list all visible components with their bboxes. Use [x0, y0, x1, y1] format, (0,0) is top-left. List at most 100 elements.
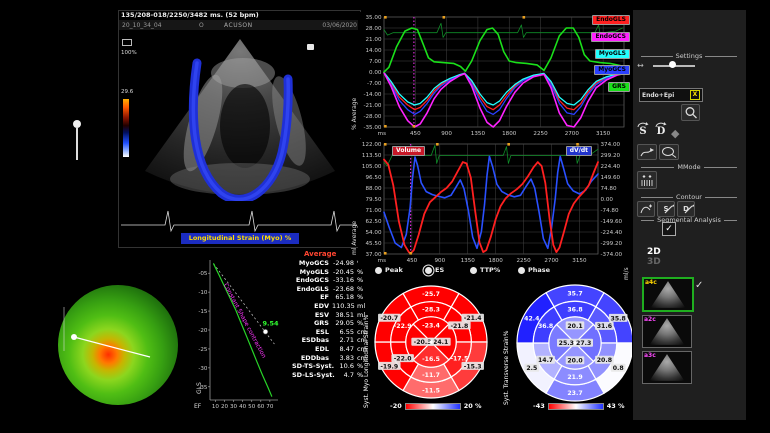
- radio-label: Phase: [528, 266, 550, 274]
- ultrasound-panel: 135/208-018/2250/3482 ms. (52 bpm) 20_10…: [118, 10, 361, 248]
- radio-peak[interactable]: Peak: [375, 266, 403, 274]
- thumbnail-label: a4c: [645, 279, 657, 286]
- table-row: GRS29.05%: [292, 319, 368, 328]
- scale-min: -20: [390, 402, 402, 410]
- pencil-icon: [663, 203, 674, 215]
- svg-text:-19.9: -19.9: [380, 363, 398, 370]
- echo-image[interactable]: [119, 31, 360, 201]
- contour-edit-diastole-button[interactable]: D: [677, 201, 695, 217]
- segmental-analysis-header: Segmental Analysis: [638, 216, 740, 224]
- svg-text:-74.80: -74.80: [601, 208, 619, 214]
- svg-text:62.50: 62.50: [365, 219, 381, 225]
- svg-text:14.00: 14.00: [365, 48, 381, 54]
- svg-text:50: 50: [248, 404, 256, 410]
- svg-text:224.40: 224.40: [601, 164, 621, 170]
- thumbnail-a3c[interactable]: a3c: [642, 351, 692, 384]
- study-header: 20_10_34_04 O ACUSON 03/06/2020: [119, 20, 360, 30]
- svg-text:-299.20: -299.20: [601, 241, 623, 247]
- radio-dot-icon: [518, 267, 525, 274]
- mmode-icon: [640, 174, 655, 187]
- svg-text:450: 450: [407, 258, 418, 264]
- zoom-box-icon[interactable]: [122, 39, 132, 46]
- svg-text:3150: 3150: [596, 131, 611, 137]
- svg-text:28.00: 28.00: [365, 26, 381, 32]
- svg-text:450: 450: [410, 131, 421, 137]
- table-row: EDDbas3.83cm: [292, 354, 368, 363]
- pencil-icon: [683, 203, 694, 215]
- view-thumbnails: a4c a2c a3c: [642, 277, 698, 387]
- svg-text:71.00: 71.00: [365, 208, 381, 214]
- diamond-icon[interactable]: ◆: [671, 128, 679, 139]
- radio-label: TTP%: [480, 266, 500, 274]
- settings-slider-handle[interactable]: [669, 61, 676, 68]
- thumbnail-check-icon: ✓: [695, 280, 703, 291]
- thumbnail-a4c[interactable]: a4c: [642, 277, 694, 312]
- strain-colorbar: [123, 99, 129, 157]
- svg-text:-25: -25: [198, 347, 208, 353]
- volume-curve-chart: 122.00374.00113.50299.20105.00224.4096.5…: [358, 139, 632, 266]
- radio-es[interactable]: ES: [425, 266, 444, 274]
- magnifier-button[interactable]: [681, 104, 700, 121]
- radio-phase[interactable]: Phase: [518, 266, 550, 274]
- mode-2d-button[interactable]: 2D: [647, 248, 661, 257]
- bullseye-blue-label: Syst. Transverse Strain%: [504, 295, 510, 405]
- curve-tool-button[interactable]: [637, 144, 657, 160]
- bullseye-red-label: Syst. Myo Longitudinal Strain%: [364, 288, 370, 408]
- thumbnail-label: a3c: [644, 352, 656, 359]
- svg-text:-21.00: -21.00: [363, 103, 381, 109]
- radio-ttp[interactable]: TTP%: [470, 266, 500, 274]
- svg-text:31.6: 31.6: [597, 323, 612, 330]
- svg-text:374.00: 374.00: [601, 142, 621, 148]
- diastole-button[interactable]: D: [655, 122, 667, 136]
- magnifier-icon: [684, 106, 698, 119]
- table-row: ESDbas2.71cm: [292, 336, 368, 345]
- radio-dot-icon: [470, 267, 477, 274]
- svg-text:35.7: 35.7: [567, 290, 582, 297]
- svg-text:-11.7: -11.7: [422, 372, 440, 379]
- svg-text:2250: 2250: [516, 258, 531, 264]
- ecg-strip: [119, 201, 360, 233]
- display-mode-radios: Peak ES TTP% Phase: [340, 266, 590, 276]
- snapshot-icon[interactable]: [307, 44, 314, 50]
- legend-grs: GRS: [608, 82, 630, 92]
- lasso-icon: [661, 146, 677, 158]
- svg-text:-23.4: -23.4: [422, 322, 441, 329]
- svg-text:35.8: 35.8: [611, 315, 626, 322]
- contour-edit-systole-button[interactable]: S: [657, 201, 675, 217]
- svg-text:-22.0: -22.0: [394, 356, 413, 363]
- mmode-button[interactable]: [637, 171, 657, 189]
- svg-text:74.80: 74.80: [601, 186, 617, 192]
- segmental-analysis-checkbox[interactable]: ✓: [662, 222, 676, 236]
- legend-endogls: EndoGLS: [592, 15, 630, 25]
- svg-text:7.00: 7.00: [369, 59, 382, 65]
- svg-text:-28.3: -28.3: [422, 306, 440, 313]
- systole-button[interactable]: S: [637, 122, 649, 136]
- svg-text:-05: -05: [198, 271, 208, 277]
- acquisition-info: 135/208-018/2250/3482 ms. (52 bpm): [121, 11, 356, 20]
- thumbnail-a2c[interactable]: a2c: [642, 315, 692, 348]
- resize-arrows-icon[interactable]: ↔: [637, 61, 644, 70]
- scale-transverse: -43 43 %: [533, 402, 625, 410]
- strain-curves-chart: 35.0028.0021.0014.007.000.00-7.00-14.00-…: [358, 12, 632, 138]
- svg-text:ms: ms: [378, 258, 386, 264]
- mode-3d-button[interactable]: 3D: [647, 258, 661, 267]
- svg-text:42.4: 42.4: [524, 315, 540, 322]
- endo-epi-checkbox[interactable]: X: [690, 90, 700, 100]
- thumbnail-label: a2c: [644, 316, 656, 323]
- legend-volume: Volume: [392, 146, 425, 156]
- cine-slider-track[interactable]: [76, 128, 78, 160]
- cine-slider-handle[interactable]: [73, 120, 81, 128]
- scale-longitudinal: -20 20 %: [390, 402, 482, 410]
- contour-add-button[interactable]: [637, 201, 655, 217]
- endo-epi-label: Endo+Epi: [642, 92, 674, 99]
- endo-epi-toggle[interactable]: Endo+Epi X: [639, 88, 703, 102]
- orientation-marker: O: [199, 22, 204, 29]
- svg-text:113.50: 113.50: [362, 153, 382, 159]
- view-mode-label: Longitudinal Strain (Myo) %: [181, 233, 299, 244]
- radio-dot-icon: [375, 267, 382, 274]
- svg-text:60: 60: [257, 404, 265, 410]
- lasso-tool-button[interactable]: [659, 144, 679, 160]
- table-row: SD-LS-Syst.4.7%: [292, 371, 368, 380]
- bullseye-longitudinal: -25.7-21.4-15.3-11.5-19.9-20.7-28.3-21.8…: [372, 283, 490, 401]
- svg-text:1350: 1350: [461, 258, 476, 264]
